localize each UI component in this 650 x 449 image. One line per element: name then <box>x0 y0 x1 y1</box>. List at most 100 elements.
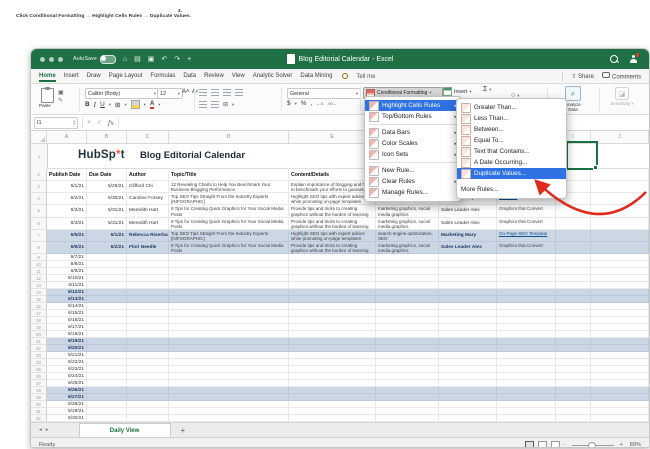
cell-d16[interactable] <box>169 303 289 311</box>
cell-e7[interactable]: Highlight SEO tips with expert advice wh… <box>289 229 376 242</box>
cell-d5[interactable]: 9 Tips for Creating Quick Graphics for Y… <box>169 205 289 218</box>
cell-c23[interactable] <box>127 352 169 360</box>
cell-g20[interactable] <box>439 331 497 339</box>
menu-item-a-date-occurring[interactable]: A Date Occurring... <box>457 157 566 168</box>
cell-a5[interactable]: 6/3/21 <box>47 205 87 218</box>
cell-h19[interactable] <box>497 324 556 332</box>
cell-h25[interactable] <box>497 366 556 374</box>
cell-i5[interactable] <box>556 205 591 218</box>
cell-b10[interactable] <box>87 261 127 269</box>
cell-h16[interactable] <box>497 303 556 311</box>
cell-c10[interactable] <box>127 261 169 269</box>
cell-g8[interactable]: Sales Leader Alex <box>439 241 497 255</box>
cell-i26[interactable] <box>556 373 591 381</box>
cell-e8[interactable]: Provide tips and tricks to creating grap… <box>289 241 376 255</box>
cell-d21[interactable] <box>169 338 289 346</box>
underline-button[interactable]: U <box>100 101 105 108</box>
cell-a30[interactable]: 6/28/21 <box>47 401 87 409</box>
cell-e15[interactable] <box>289 296 376 304</box>
cell-f18[interactable] <box>376 317 439 325</box>
cell-e26[interactable] <box>289 373 376 381</box>
tab-formulas[interactable]: Formulas <box>150 71 175 80</box>
account-avatar[interactable] <box>629 53 639 63</box>
row-header-24[interactable]: 24 <box>31 359 47 367</box>
cell-b15[interactable] <box>87 296 127 304</box>
cell-a31[interactable]: 6/29/21 <box>47 408 87 416</box>
tab-insert[interactable]: Insert <box>64 71 79 80</box>
cell-e29[interactable] <box>289 394 376 402</box>
row-header-7[interactable]: 7 <box>31 229 47 242</box>
cell-c4[interactable]: Caroline Forsey <box>127 193 169 206</box>
name-box[interactable]: I1 ▴ ▾ <box>34 116 78 129</box>
row-header-26[interactable]: 26 <box>31 373 47 381</box>
copy-icon[interactable]: ▣ <box>58 90 64 96</box>
merge-center-icon[interactable]: ⊞ <box>223 101 228 108</box>
cell-j4[interactable] <box>591 193 649 206</box>
cell-b20[interactable] <box>87 331 127 339</box>
menu-item-duplicate-values[interactable]: Duplicate Values... <box>457 168 566 179</box>
align-bottom-icon[interactable] <box>223 89 231 96</box>
cell-h29[interactable] <box>497 394 556 402</box>
cell-j13[interactable] <box>591 282 649 290</box>
cell-j23[interactable] <box>591 352 649 360</box>
cell-i8[interactable] <box>556 241 591 255</box>
cell-b26[interactable] <box>87 373 127 381</box>
cell-d30[interactable] <box>169 401 289 409</box>
cell-c7[interactable]: Rebecca Riserbato <box>127 229 169 242</box>
cell-h23[interactable] <box>497 352 556 360</box>
cell-h30[interactable] <box>497 401 556 409</box>
cell-i24[interactable] <box>556 359 591 367</box>
cell-j29[interactable] <box>591 394 649 402</box>
cell-h27[interactable] <box>497 380 556 388</box>
cell-i30[interactable] <box>556 401 591 409</box>
header-cell-b[interactable]: Due Date <box>87 169 127 181</box>
cell-f27[interactable] <box>376 380 439 388</box>
cell-i27[interactable] <box>556 380 591 388</box>
share-button[interactable]: ⇧ Share <box>571 73 594 80</box>
cell-a4[interactable]: 6/2/21 <box>47 193 87 206</box>
add-sheet-button[interactable]: + <box>181 426 186 435</box>
header-cell-j[interactable] <box>591 169 649 181</box>
cell-b22[interactable] <box>87 345 127 353</box>
cell-e32[interactable] <box>289 415 376 422</box>
cell-f17[interactable] <box>376 310 439 318</box>
increase-decimal-icon[interactable]: ←.0 <box>316 102 323 106</box>
autosave-toggle[interactable] <box>99 54 116 64</box>
cell-i32[interactable] <box>556 415 591 422</box>
zoom-out-icon[interactable]: - <box>564 442 566 447</box>
cell-e6[interactable]: Provide tips and tricks to creating grap… <box>289 217 376 230</box>
cell-c26[interactable] <box>127 373 169 381</box>
cell-j24[interactable] <box>591 359 649 367</box>
cell-a10[interactable]: 6/8/21 <box>47 261 87 269</box>
fill-handle[interactable] <box>592 164 598 170</box>
zoom-in-icon[interactable]: + <box>620 442 623 447</box>
row-header-21[interactable]: 21 <box>31 338 47 346</box>
cell-f22[interactable] <box>376 345 439 353</box>
cell-b7[interactable]: 6/1/21 <box>87 229 127 242</box>
cell-h5[interactable]: Graphics that Convert <box>497 205 556 218</box>
cell-h10[interactable] <box>497 261 556 269</box>
cell-g30[interactable] <box>439 401 497 409</box>
row-header-5[interactable]: 5 <box>31 205 47 218</box>
cell-a14[interactable]: 6/12/21 <box>47 289 87 297</box>
cell-a19[interactable]: 6/17/21 <box>47 324 87 332</box>
row-header-10[interactable]: 10 <box>31 261 47 269</box>
cell-e17[interactable] <box>289 310 376 318</box>
cancel-entry-icon[interactable]: × <box>87 119 91 126</box>
column-header-b[interactable]: B <box>87 131 127 144</box>
cell-f25[interactable] <box>376 366 439 374</box>
tab-data[interactable]: Data <box>183 71 196 80</box>
cell-g22[interactable] <box>439 345 497 353</box>
row-header-25[interactable]: 25 <box>31 366 47 374</box>
cell-h8[interactable]: Graphics that Convert <box>497 241 556 255</box>
cell-i12[interactable] <box>556 275 591 283</box>
cell-a23[interactable]: 6/21/21 <box>47 352 87 360</box>
cell-d13[interactable] <box>169 282 289 290</box>
cell-h14[interactable] <box>497 289 556 297</box>
grow-font-icon[interactable]: A˄ <box>182 89 190 95</box>
page-break-view-icon[interactable] <box>550 440 560 447</box>
cell-b11[interactable] <box>87 268 127 276</box>
row-header-20[interactable]: 20 <box>31 331 47 339</box>
cell-a11[interactable]: 6/9/21 <box>47 268 87 276</box>
cell-a6[interactable]: 6/4/21 <box>47 217 87 230</box>
